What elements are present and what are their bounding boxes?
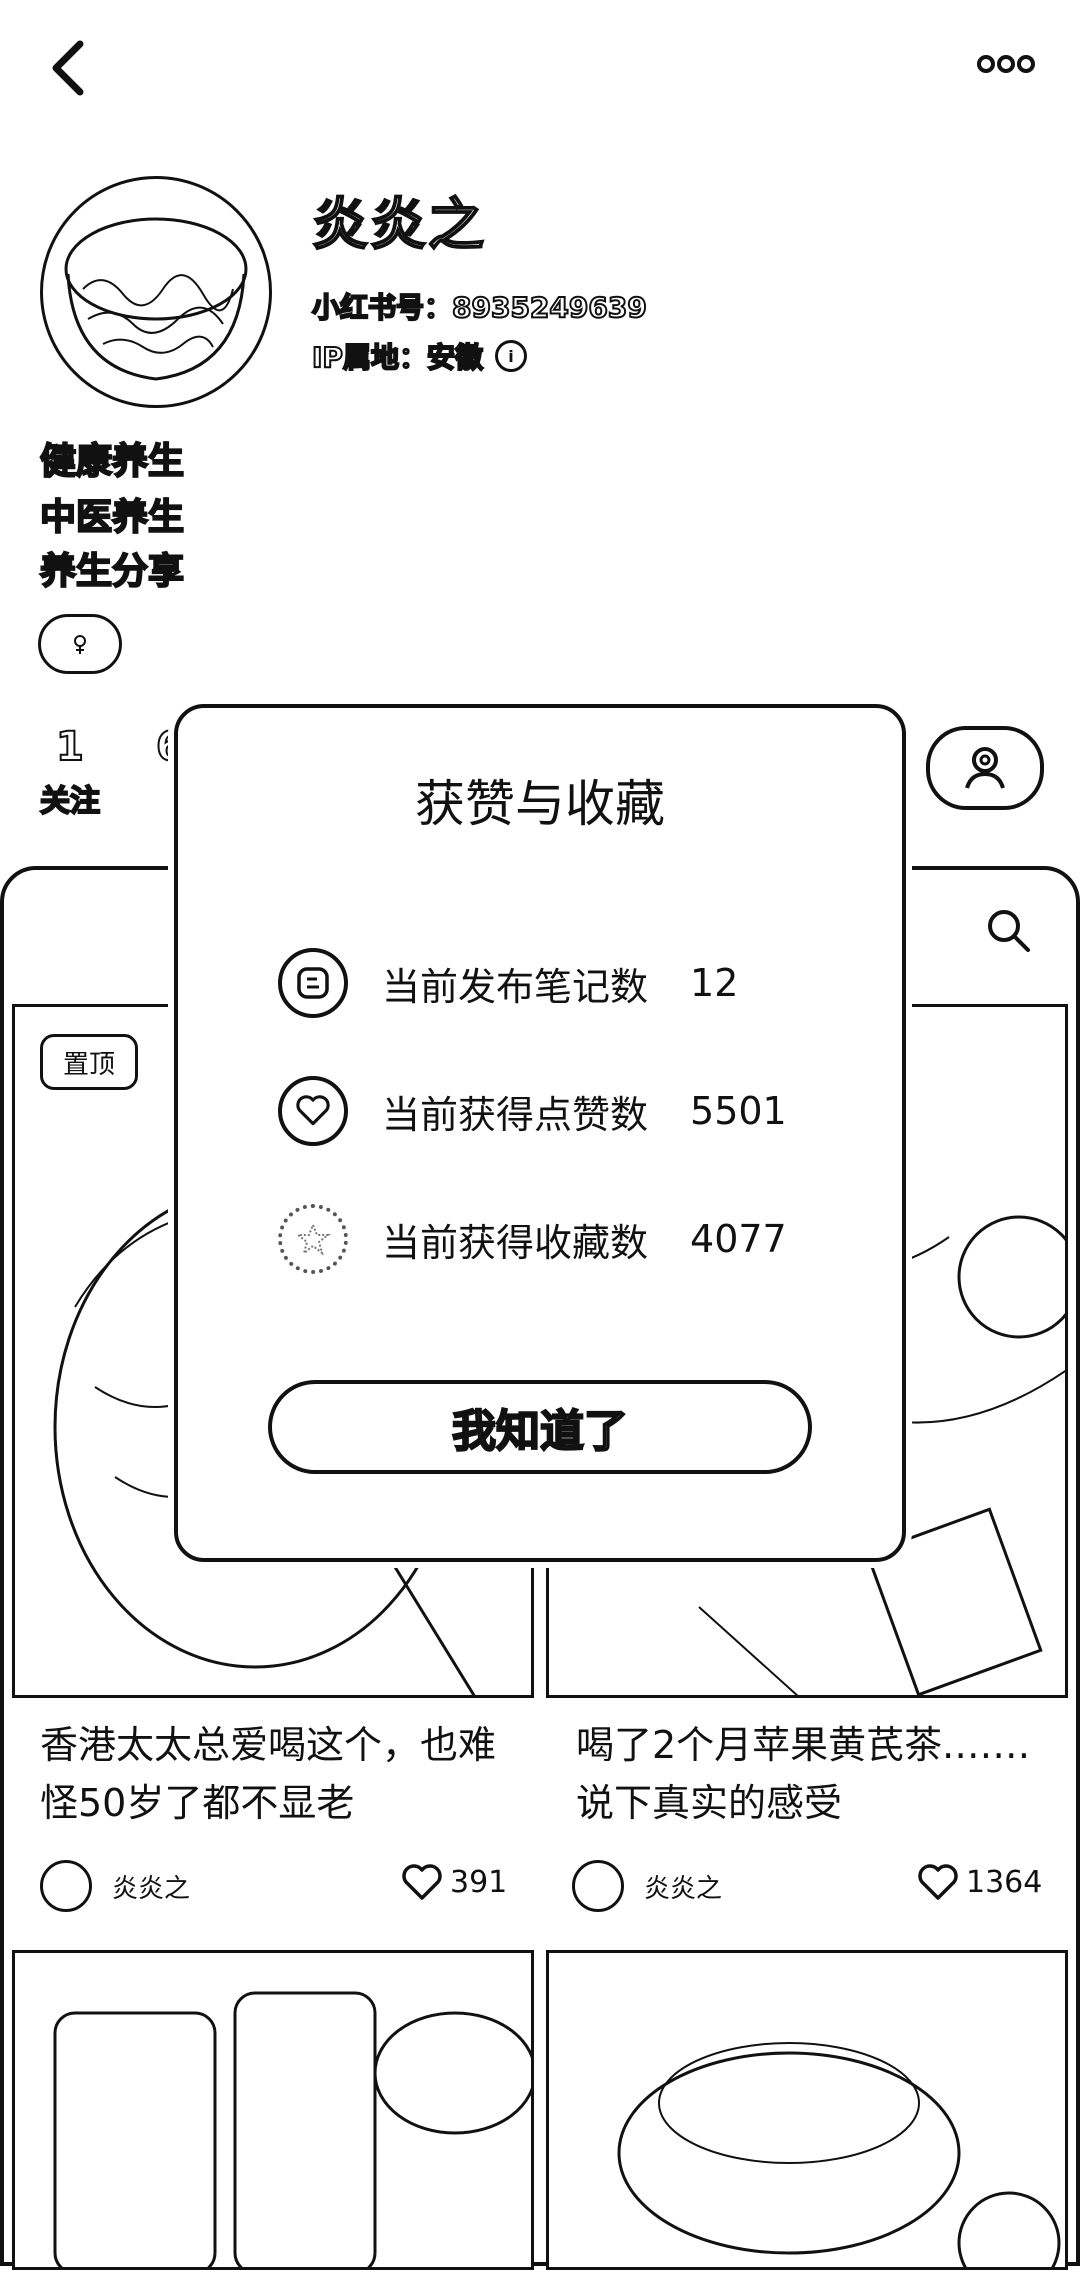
note-cover-4[interactable] <box>546 1950 1068 2270</box>
red-id: 小红书号：8935249639 <box>311 290 648 325</box>
author-name: 炎炎之 <box>644 1873 723 1904</box>
note-author-1[interactable]: 炎炎之 <box>40 1860 190 1912</box>
likes-count-value: 5501 <box>690 1089 787 1133</box>
like-button-1[interactable]: 391 <box>400 1862 507 1902</box>
bio-line-3: 养生分享 <box>39 550 185 593</box>
note-title-2[interactable]: 喝了2个月苹果黄芪茶.……说下真实的感受 <box>576 1716 1056 1832</box>
heart-icon <box>918 1864 958 1900</box>
note-cover-3[interactable] <box>12 1950 534 2270</box>
ip-location: IP属地：安徽 i <box>311 336 527 376</box>
collections-count-label: 当前获得收藏数 <box>382 1220 649 1265</box>
got-it-button[interactable]: 我知道了 <box>268 1380 812 1474</box>
chevron-left-icon <box>52 40 84 96</box>
like-count: 1364 <box>966 1864 1043 1900</box>
info-icon[interactable]: i <box>494 340 527 372</box>
got-it-label: 我知道了 <box>451 1405 629 1458</box>
edit-profile-button[interactable] <box>926 726 1044 810</box>
dialog-title: 获赞与收藏 <box>415 775 665 833</box>
star-icon <box>278 1204 348 1274</box>
like-count: 391 <box>450 1864 508 1900</box>
avatar-image <box>64 217 248 381</box>
likes-count-label: 当前获得点赞数 <box>382 1092 649 1137</box>
follow-label[interactable]: 关注 <box>39 776 101 820</box>
female-icon <box>74 635 86 654</box>
likes-count-row: 当前获得点赞数 5501 <box>278 1076 787 1146</box>
avatar[interactable] <box>40 176 272 408</box>
note-author-2[interactable]: 炎炎之 <box>572 1860 722 1912</box>
notes-count-label: 当前发布笔记数 <box>382 964 649 1009</box>
author-avatar <box>572 1860 624 1912</box>
notes-count-value: 12 <box>690 961 739 1005</box>
collections-count-value: 4077 <box>690 1217 787 1261</box>
search-icon[interactable] <box>984 906 1032 954</box>
back-button[interactable] <box>40 36 100 100</box>
pinned-badge: 置顶 <box>40 1034 138 1090</box>
user-name: 炎炎之 <box>311 192 486 259</box>
note-cover-image <box>617 2042 1061 2267</box>
note-icon <box>278 948 348 1018</box>
gender-badge <box>38 614 122 674</box>
user-edit-icon <box>965 747 1005 789</box>
like-button-2[interactable]: 1364 <box>916 1862 1042 1902</box>
more-dots-icon <box>977 55 1035 73</box>
heart-icon <box>402 1864 442 1900</box>
follow-count[interactable]: 1 <box>55 723 85 771</box>
bio-line-2: 中医养生 <box>39 496 185 539</box>
notes-count-row: 当前发布笔记数 12 <box>278 948 738 1018</box>
collections-count-row: 当前获得收藏数 4077 <box>278 1204 787 1274</box>
ip-location-text: IP属地：安徽 <box>311 340 484 375</box>
author-name: 炎炎之 <box>112 1873 191 1904</box>
more-button[interactable] <box>976 52 1036 76</box>
likes-and-collections-dialog: 获赞与收藏 当前发布笔记数 12 当前获得点赞数 5501 当前获得收藏数 40… <box>174 704 906 1562</box>
author-avatar <box>40 1860 92 1912</box>
heart-icon <box>278 1076 348 1146</box>
note-title-1[interactable]: 香港太太总爱喝这个，也难怪50岁了都不显老 <box>40 1716 510 1832</box>
bio-line-1: 健康养生 <box>39 440 185 483</box>
note-cover-image <box>53 1991 531 2267</box>
